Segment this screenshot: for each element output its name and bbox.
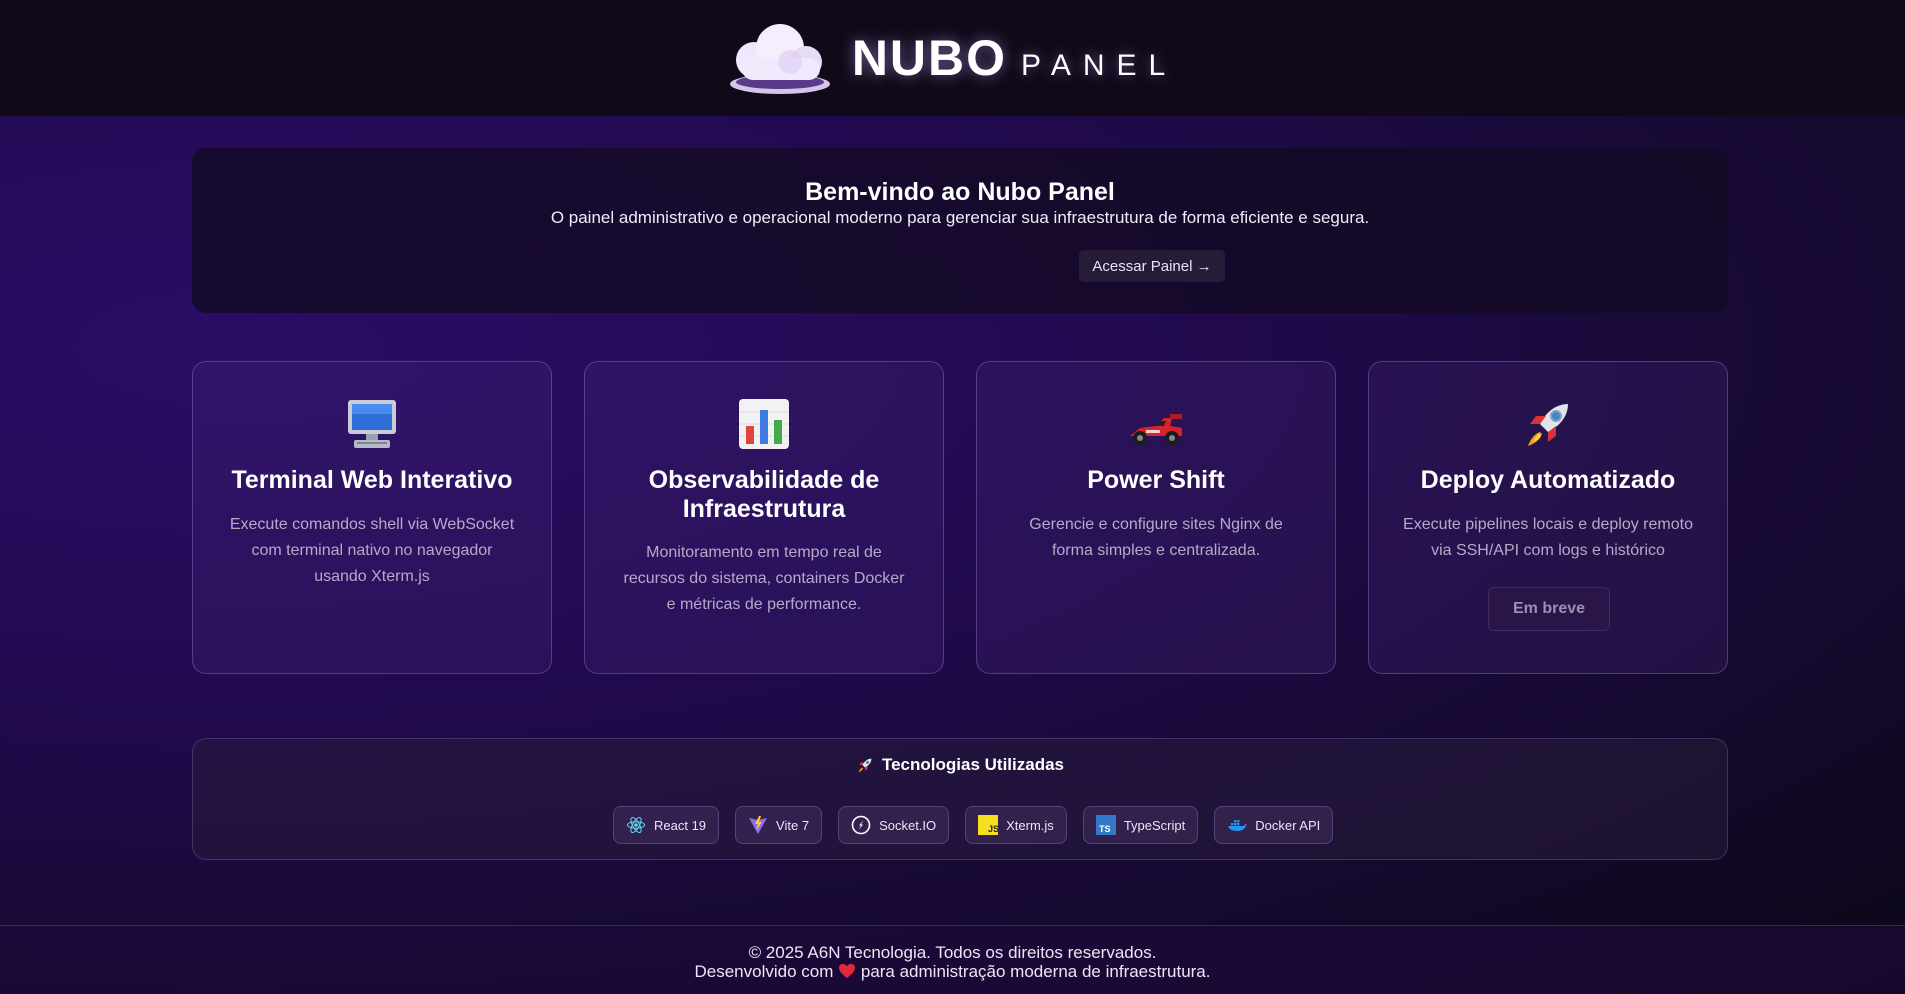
feature-card-terminal[interactable]: Terminal Web Interativo Execute comandos… bbox=[192, 361, 552, 674]
technologies-title: Tecnologias Utilizadas bbox=[881, 755, 1064, 774]
feature-description: Monitoramento em tempo real de recursos … bbox=[623, 544, 905, 613]
tech-badge-typescript[interactable]: TS TypeScript bbox=[1082, 806, 1199, 844]
access-panel-button[interactable]: Acessar Painel → bbox=[1079, 250, 1225, 282]
feature-description: Execute comandos shell via WebSocket com… bbox=[229, 516, 515, 585]
footer-made-with-prefix: Desenvolvido com bbox=[694, 962, 834, 981]
tech-badge-react[interactable]: React 19 bbox=[613, 806, 720, 844]
tech-label: Xterm.js bbox=[1006, 817, 1054, 833]
tech-label: React 19 bbox=[654, 817, 707, 833]
technology-badges: React 19 Vite 7 Socket.IO JS Xterm.js TS… bbox=[613, 806, 1334, 844]
feature-title: Power Shift bbox=[1087, 466, 1225, 494]
typescript-icon: TS bbox=[1095, 815, 1116, 835]
rocket-icon bbox=[1528, 404, 1568, 446]
footer-tagline: Desenvolvido com para administração mode… bbox=[0, 962, 1905, 982]
tech-label: Vite 7 bbox=[776, 817, 810, 833]
feature-card-observability[interactable]: Observabilidade de Infraestrutura Monito… bbox=[584, 361, 944, 674]
tech-label: Socket.IO bbox=[879, 817, 937, 833]
socketio-icon bbox=[851, 815, 871, 835]
welcome-hero: Bem-vindo ao Nubo Panel O painel adminis… bbox=[192, 148, 1728, 313]
hero-title: Bem-vindo ao Nubo Panel bbox=[805, 178, 1115, 206]
feature-title: Terminal Web Interativo bbox=[231, 466, 513, 494]
technologies-heading: Tecnologias Utilizadas bbox=[193, 755, 1727, 775]
tech-badge-docker[interactable]: Docker API bbox=[1214, 806, 1334, 844]
logo-suffix: PANEL bbox=[1021, 49, 1178, 82]
technologies-section: Tecnologias Utilizadas React 19 Vite 7 S… bbox=[192, 738, 1728, 860]
tech-label: TypeScript bbox=[1123, 817, 1186, 833]
vite-icon bbox=[749, 816, 768, 834]
svg-text:TS: TS bbox=[1099, 824, 1111, 834]
feature-description: Execute pipelines locais e deploy remoto… bbox=[1403, 516, 1693, 559]
feature-card-deploy[interactable]: Deploy Automatizado Execute pipelines lo… bbox=[1368, 361, 1728, 674]
feature-title: Deploy Automatizado bbox=[1420, 466, 1676, 494]
javascript-icon: JS bbox=[978, 815, 999, 835]
footer: © 2025 A6N Tecnologia. Todos os direitos… bbox=[0, 925, 1905, 994]
tech-badge-vite[interactable]: Vite 7 bbox=[735, 806, 823, 844]
desktop-computer-icon bbox=[348, 400, 396, 448]
header: NUBO PANEL bbox=[0, 0, 1905, 116]
footer-copyright: © 2025 A6N Tecnologia. Todos os direitos… bbox=[748, 943, 1157, 962]
logo-word: NUBO bbox=[851, 30, 1008, 86]
heart-icon bbox=[839, 963, 856, 979]
feature-description: Gerencie e configure sites Nginx de form… bbox=[1029, 516, 1283, 559]
rocket-icon bbox=[858, 758, 872, 773]
tech-badge-socketio[interactable]: Socket.IO bbox=[838, 806, 950, 844]
coming-soon-button[interactable]: Em breve bbox=[1488, 587, 1610, 631]
docker-icon bbox=[1228, 820, 1247, 831]
nubo-panel-logo[interactable]: NUBO PANEL bbox=[728, 18, 1177, 98]
svg-text:JS: JS bbox=[988, 824, 998, 834]
feature-card-power-shift[interactable]: Power Shift Gerencie e configure sites N… bbox=[976, 361, 1336, 674]
footer-made-with-suffix: para administração moderna de infraestru… bbox=[860, 962, 1211, 981]
bar-chart-icon bbox=[739, 399, 789, 449]
tech-badge-xterm[interactable]: JS Xterm.js bbox=[965, 806, 1067, 844]
feature-cards: Terminal Web Interativo Execute comandos… bbox=[192, 361, 1728, 674]
react-icon bbox=[627, 816, 645, 834]
racing-car-icon bbox=[1130, 414, 1182, 445]
cloud-logo-icon bbox=[729, 24, 830, 94]
tech-label: Docker API bbox=[1255, 817, 1321, 833]
hero-subtitle: O painel administrativo e operacional mo… bbox=[550, 208, 1370, 227]
feature-title: Observabilidade de Infraestrutura bbox=[648, 466, 880, 523]
